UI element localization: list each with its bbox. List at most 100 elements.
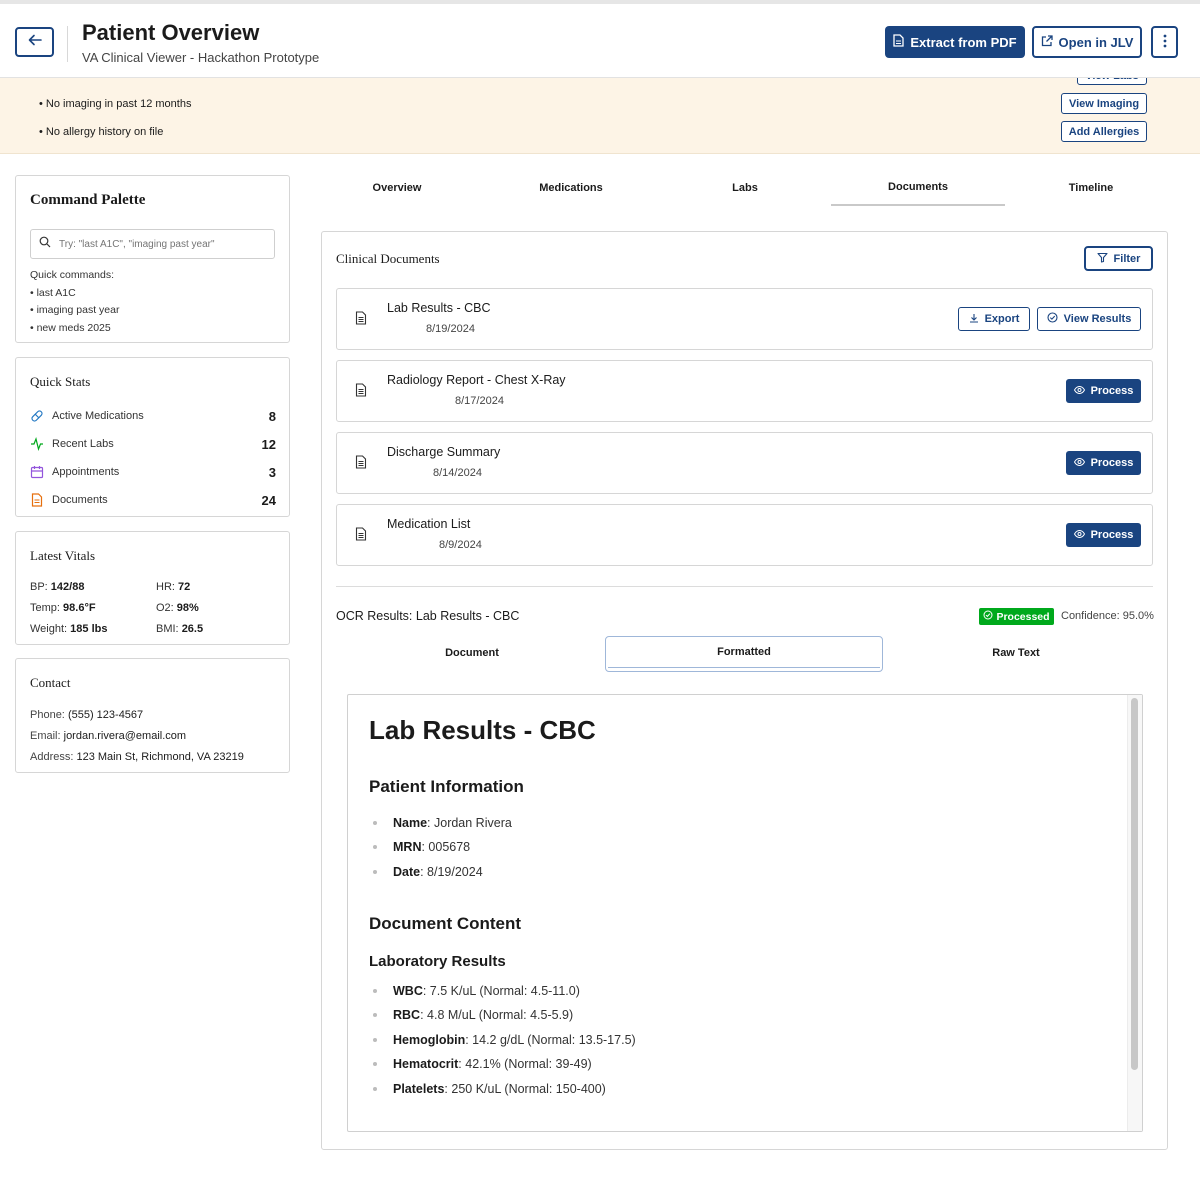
quick-command-text: last A1C bbox=[36, 287, 76, 299]
process-label: Process bbox=[1090, 529, 1134, 541]
stat-value: 8 bbox=[268, 408, 276, 424]
eye-icon bbox=[1073, 457, 1085, 469]
document-row[interactable]: Lab Results - CBC 8/19/2024 Export View … bbox=[336, 288, 1153, 350]
status-label: Processed bbox=[996, 610, 1050, 623]
command-search-input[interactable] bbox=[59, 238, 259, 250]
stat-label: Documents bbox=[52, 494, 108, 506]
patient-info-heading: Patient Information bbox=[369, 777, 524, 796]
pill-icon bbox=[30, 409, 44, 423]
contact-value: (555) 123-4567 bbox=[67, 709, 144, 721]
list-item: MRN: 005678 bbox=[373, 840, 470, 854]
document-date: 8/9/2024 bbox=[439, 539, 482, 551]
document-date: 8/17/2024 bbox=[455, 395, 504, 407]
back-button[interactable] bbox=[15, 27, 54, 57]
activity-icon bbox=[30, 437, 44, 451]
vital-bp: BP: 142/88 bbox=[30, 581, 84, 593]
filter-button[interactable]: Filter bbox=[1084, 246, 1153, 271]
export-button[interactable]: Export bbox=[958, 307, 1030, 331]
search-icon bbox=[39, 235, 51, 253]
document-content-heading: Document Content bbox=[369, 914, 522, 933]
bullet bbox=[373, 845, 377, 849]
tab-medications[interactable]: Medications bbox=[496, 182, 646, 194]
bullet bbox=[373, 1013, 377, 1017]
tab-documents[interactable]: Documents bbox=[843, 181, 993, 193]
latest-vitals-title: Latest Vitals bbox=[30, 548, 96, 563]
list-item: Hemoglobin: 14.2 g/dL (Normal: 13.5-17.5… bbox=[373, 1033, 636, 1047]
bullet bbox=[373, 1038, 377, 1042]
banner-item-imaging: • No imaging in past 12 months bbox=[39, 98, 192, 110]
tab-overview[interactable]: Overview bbox=[322, 182, 472, 194]
process-button[interactable]: Process bbox=[1066, 379, 1141, 403]
status-badge: Processed bbox=[979, 608, 1054, 625]
app-header: Patient Overview VA Clinical Viewer - Ha… bbox=[0, 0, 1200, 78]
add-allergies-label: Add Allergies bbox=[1068, 125, 1140, 138]
quick-command-text: new meds 2025 bbox=[36, 322, 111, 334]
document-row[interactable]: Discharge Summary 8/14/2024 Process bbox=[336, 432, 1153, 494]
latest-vitals-card: Latest Vitals BP: 142/88 HR: 72 Temp: 98… bbox=[15, 531, 290, 645]
active-tab-indicator bbox=[831, 204, 1005, 206]
view-imaging-button[interactable]: View Imaging bbox=[1061, 93, 1147, 114]
item-value: : 005678 bbox=[421, 840, 471, 854]
process-button[interactable]: Process bbox=[1066, 523, 1141, 547]
quick-command-item[interactable]: • new meds 2025 bbox=[30, 322, 111, 334]
process-label: Process bbox=[1090, 385, 1134, 397]
subtab-document[interactable]: Document bbox=[397, 647, 547, 659]
vital-label: BMI: bbox=[156, 623, 179, 635]
arrow-left-icon bbox=[28, 33, 42, 51]
more-options-button[interactable] bbox=[1151, 26, 1178, 58]
document-icon bbox=[355, 311, 367, 330]
download-icon bbox=[969, 313, 979, 326]
command-search-box[interactable] bbox=[30, 229, 275, 259]
vital-label: Temp: bbox=[30, 602, 60, 614]
process-button[interactable]: Process bbox=[1066, 451, 1141, 475]
subtab-formatted[interactable]: Formatted bbox=[669, 646, 819, 658]
item-value: : 14.2 g/dL (Normal: 13.5-17.5) bbox=[465, 1033, 636, 1047]
document-icon bbox=[355, 455, 367, 474]
contact-value: jordan.rivera@email.com bbox=[63, 730, 187, 742]
open-jlv-label: Open in JLV bbox=[1058, 34, 1134, 50]
vital-value: 98.6°F bbox=[63, 602, 96, 614]
stat-value: 24 bbox=[261, 492, 276, 508]
filter-label: Filter bbox=[1113, 252, 1141, 265]
quick-command-item[interactable]: • imaging past year bbox=[30, 304, 119, 316]
bullet bbox=[373, 1062, 377, 1066]
document-row[interactable]: Radiology Report - Chest X-Ray 8/17/2024… bbox=[336, 360, 1153, 422]
contact-label: Email: bbox=[30, 730, 61, 742]
stat-appointments: Appointments 3 bbox=[30, 463, 276, 481]
item-key: Platelets bbox=[393, 1082, 445, 1096]
subtab-raw-text[interactable]: Raw Text bbox=[941, 647, 1091, 659]
view-imaging-label: View Imaging bbox=[1068, 97, 1140, 110]
tab-timeline[interactable]: Timeline bbox=[1016, 182, 1166, 194]
quick-commands-label: Quick commands: bbox=[30, 269, 115, 281]
document-row[interactable]: Medication List 8/9/2024 Process bbox=[336, 504, 1153, 566]
contact-phone: Phone: (555) 123-4567 bbox=[30, 709, 143, 721]
banner-item-allergy: • No allergy history on file bbox=[39, 126, 164, 138]
quick-command-item[interactable]: • last A1C bbox=[30, 287, 76, 299]
item-key: WBC bbox=[393, 984, 423, 998]
tab-labs[interactable]: Labs bbox=[670, 182, 820, 194]
vital-label: O2: bbox=[156, 602, 174, 614]
document-date: 8/14/2024 bbox=[433, 467, 482, 479]
list-item: Platelets: 250 K/uL (Normal: 150-400) bbox=[373, 1082, 606, 1096]
document-name: Radiology Report - Chest X-Ray bbox=[387, 373, 566, 387]
bullet bbox=[373, 821, 377, 825]
item-key: Hemoglobin bbox=[393, 1033, 466, 1047]
add-allergies-button[interactable]: Add Allergies bbox=[1061, 121, 1147, 142]
document-name: Discharge Summary bbox=[387, 445, 501, 459]
vital-value: 26.5 bbox=[181, 623, 204, 635]
list-item: Hematocrit: 42.1% (Normal: 39-49) bbox=[373, 1057, 592, 1071]
vital-value: 98% bbox=[176, 602, 199, 614]
stat-documents: Documents 24 bbox=[30, 491, 276, 509]
extract-from-pdf-button[interactable]: Extract from PDF bbox=[885, 26, 1025, 58]
item-value: : 4.8 M/uL (Normal: 4.5-5.9) bbox=[420, 1008, 574, 1022]
view-results-button[interactable]: View Results bbox=[1037, 307, 1141, 331]
bullet bbox=[373, 870, 377, 874]
file-icon bbox=[893, 34, 905, 50]
stat-label: Recent Labs bbox=[52, 438, 114, 450]
item-key: RBC bbox=[393, 1008, 421, 1022]
preview-scrollbar-thumb[interactable] bbox=[1131, 698, 1138, 1070]
quick-stats-card: Quick Stats Active Medications 8 Recent … bbox=[15, 357, 290, 517]
contact-value: 123 Main St, Richmond, VA 23219 bbox=[76, 751, 244, 763]
list-item: WBC: 7.5 K/uL (Normal: 4.5-11.0) bbox=[373, 984, 580, 998]
open-in-jlv-button[interactable]: Open in JLV bbox=[1032, 26, 1142, 58]
